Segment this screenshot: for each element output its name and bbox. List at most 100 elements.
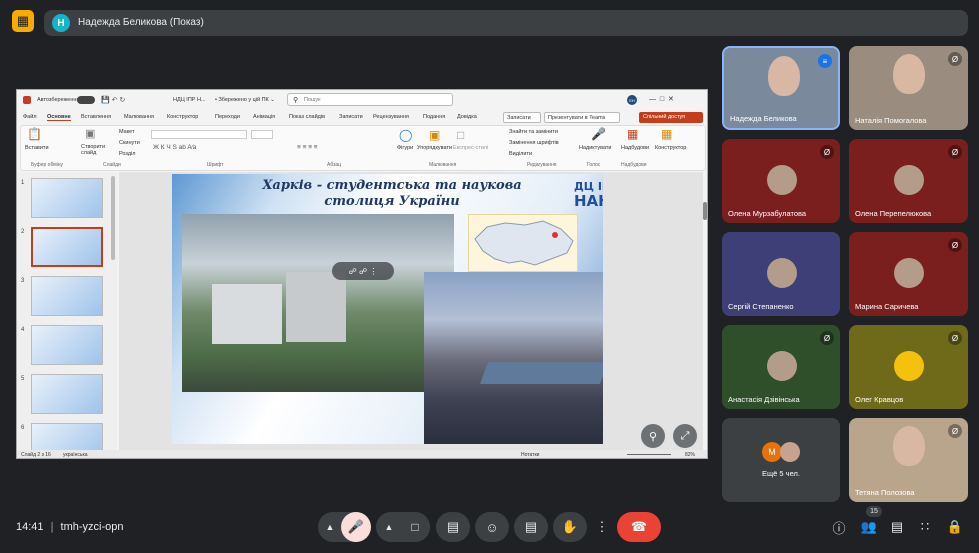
tab-6[interactable]: Анімація (253, 114, 275, 120)
layout-button[interactable]: Макет (119, 129, 135, 135)
zoom-level[interactable]: 82% (685, 452, 695, 458)
reactions-button[interactable]: ☺ (475, 512, 509, 542)
chevron-up-icon[interactable]: ▲ (322, 519, 338, 535)
tab-2[interactable]: Вставлення (81, 114, 111, 120)
microphone-icon[interactable]: 🎤 (591, 127, 606, 141)
styles-icon[interactable]: □ (457, 128, 464, 142)
designer-button[interactable]: Конструктор (655, 145, 686, 151)
editor-scrollbar[interactable] (703, 202, 707, 220)
present-teams-button[interactable]: Презентувати в Teams (544, 112, 620, 123)
meeting-details-icon[interactable]: ⓘ (828, 516, 850, 538)
ribbon: 📋 Вставити ▣ Створити слайд Макет Скинут… (20, 125, 706, 171)
slide-overlay-controls[interactable]: ☍ ☍ ⋮ (332, 262, 394, 280)
participant-tile[interactable]: Наталія Помогалова Ø (849, 46, 968, 130)
ribbon-group-label: Слайди (103, 162, 121, 168)
slide-thumbnails: 1 2 3 4 5 6 (17, 172, 117, 458)
tab-10[interactable]: Подання (423, 114, 445, 120)
zoom-slider[interactable] (627, 454, 671, 455)
paragraph-icons[interactable]: ≡ ≡ ≡ ≡ (297, 144, 318, 151)
participant-tile[interactable]: Сергій Степаненко (722, 232, 840, 316)
select-button[interactable]: Виділити (509, 151, 532, 157)
language-label[interactable]: українська (63, 452, 88, 458)
slide-thumbnail[interactable] (31, 178, 103, 218)
participant-tile[interactable]: Марина Саричева Ø (849, 232, 968, 316)
camera-icon[interactable]: □ (400, 512, 430, 542)
chevron-up-icon[interactable]: ▲ (381, 519, 397, 535)
slide-thumbnail[interactable] (31, 325, 103, 365)
meeting-code[interactable]: tmh-yzci-opn (61, 521, 124, 533)
mic-off-icon[interactable]: 🎤 (341, 512, 371, 542)
zoom-in-icon[interactable]: ⚲ (641, 424, 665, 448)
record-button[interactable]: Записати (503, 112, 541, 123)
font-size-select[interactable] (251, 130, 273, 139)
tab-1[interactable]: Основне (47, 114, 71, 121)
shapes-button[interactable]: Фігури (397, 145, 413, 151)
avatar (894, 351, 924, 381)
replace-fonts-button[interactable]: Замінення шрифтів (509, 140, 559, 146)
participant-tile[interactable]: Олена Перепелюкова Ø (849, 139, 968, 223)
notes-button[interactable]: Нотатки (521, 452, 539, 458)
saved-state[interactable]: • Збережено у цій ПК ⌄ (215, 97, 275, 103)
fullscreen-icon[interactable]: ⤢ (673, 424, 697, 448)
raise-hand-button[interactable]: ✋ (553, 512, 587, 542)
tab-4[interactable]: Конструктор (167, 114, 198, 120)
addins-icon[interactable]: ▦ (627, 127, 638, 141)
phone-hangup-icon: ☎ (630, 519, 648, 534)
section-button[interactable]: Розділ (119, 151, 135, 157)
autosave-toggle[interactable] (77, 96, 95, 104)
participant-tile[interactable]: Тетяна Полозова Ø (849, 418, 968, 502)
shapes-icon[interactable]: ◯ (399, 128, 412, 142)
avatar (767, 258, 797, 288)
mic-off-icon: Ø (948, 331, 962, 345)
slide-thumbnail[interactable] (31, 374, 103, 414)
tab-9[interactable]: Рецензування (373, 114, 409, 120)
addins-button[interactable]: Надбудови (621, 145, 649, 151)
captions-button[interactable]: ▤ (514, 512, 548, 542)
paste-icon[interactable]: 📋 (27, 127, 42, 141)
participant-tile[interactable]: Олена Мурзабулатова Ø (722, 139, 840, 223)
ppt-search-box[interactable]: ⚲ Пошук (287, 93, 453, 106)
presentation-icon[interactable]: ▦ (12, 10, 34, 32)
reset-button[interactable]: Скинути (119, 140, 140, 146)
arrange-icon[interactable]: ▣ (429, 128, 440, 142)
participant-tile[interactable]: M Ещё 5 чел. (722, 418, 840, 502)
participant-tile[interactable]: Анастасія Дзівінська Ø (722, 325, 840, 409)
people-icon[interactable]: 👥 (858, 516, 880, 538)
quick-access-icons[interactable]: 💾 ↶ ↻ (101, 96, 125, 104)
new-slide-icon[interactable]: ▣ (85, 127, 95, 140)
slide-thumbnail[interactable] (31, 227, 103, 267)
paste-button[interactable]: Вставити (25, 145, 49, 151)
user-avatar[interactable]: ЕН (627, 95, 637, 105)
window-controls-icon[interactable]: — □ ✕ (649, 95, 674, 103)
share-button[interactable]: Спільний доступ (639, 112, 703, 123)
slide-thumbnail[interactable] (31, 276, 103, 316)
participant-tile[interactable]: Олег Кравцов Ø (849, 325, 968, 409)
present-button[interactable]: ▤ (436, 512, 470, 542)
tab-11[interactable]: Довідка (457, 114, 477, 120)
host-controls-icon[interactable]: 🔒 (944, 516, 966, 538)
chat-icon[interactable]: ▤ (886, 516, 908, 538)
tab-3[interactable]: Малювання (124, 114, 154, 120)
activities-icon[interactable]: ∷ (914, 516, 936, 538)
tab-7[interactable]: Показ слайдів (289, 114, 325, 120)
mic-off-icon: Ø (948, 424, 962, 438)
participant-name: Анастасія Дзівінська (728, 395, 800, 404)
arrange-button[interactable]: Упорядкувати (417, 145, 452, 151)
tab-0[interactable]: Файл (23, 114, 37, 120)
current-slide[interactable]: Харків - студентська та наукова столиця … (172, 174, 603, 444)
styles-button[interactable]: Експрес-стилі (453, 145, 488, 151)
new-slide-button[interactable]: Створити слайд (81, 144, 109, 156)
more-options-button[interactable]: ⋮ (592, 512, 612, 542)
thumbs-scrollbar[interactable] (111, 176, 115, 260)
find-replace-button[interactable]: Знайти та замінити (509, 129, 558, 135)
tab-8[interactable]: Записати (339, 114, 363, 120)
presenter-title: Надежда Беликова (Показ) (78, 17, 204, 28)
end-call-button[interactable]: ☎ (617, 512, 661, 542)
building-shape (286, 272, 346, 342)
dictate-button[interactable]: Надиктувати (579, 145, 612, 151)
designer-icon[interactable]: ▦ (661, 127, 672, 141)
font-format-icons[interactable]: Ж К Ч S ab A⁄a (153, 144, 196, 151)
tab-5[interactable]: Переходи (215, 114, 240, 120)
font-family-select[interactable] (151, 130, 247, 139)
participant-tile[interactable]: Надежда Беликова ≡ (722, 46, 840, 130)
